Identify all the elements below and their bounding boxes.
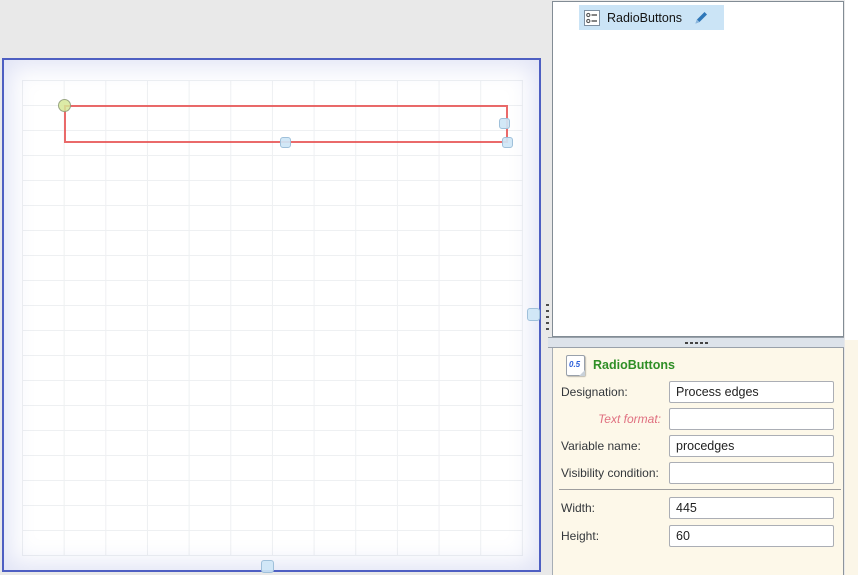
- canvas-page[interactable]: [4, 60, 540, 573]
- text-format-label: Text format:: [598, 412, 661, 426]
- resize-handle-right[interactable]: [499, 118, 510, 129]
- height-input[interactable]: [669, 525, 834, 547]
- designation-input[interactable]: [669, 381, 834, 403]
- page-resize-handle-right[interactable]: [527, 308, 540, 321]
- properties-divider: [559, 489, 841, 490]
- horizontal-splitter-grip[interactable]: [548, 337, 844, 348]
- width-input[interactable]: [669, 497, 834, 519]
- vertical-splitter-grip[interactable]: [545, 304, 549, 340]
- form-design-canvas[interactable]: [2, 58, 541, 573]
- tree-item-radiobuttons[interactable]: RadioButtons: [579, 5, 724, 30]
- right-gutter-bottom: [845, 340, 858, 575]
- text-format-input[interactable]: [669, 408, 834, 430]
- page-resize-handle-bottom[interactable]: [261, 560, 274, 573]
- field-row-text-format: Text format:: [553, 408, 843, 430]
- height-label: Height:: [561, 529, 600, 543]
- properties-panel-title: RadioButtons: [593, 358, 675, 372]
- canvas-grid: [22, 80, 523, 556]
- number-format-icon: 0.5: [566, 355, 585, 376]
- variable-name-input[interactable]: [669, 435, 834, 457]
- edit-pencil-icon[interactable]: [694, 10, 709, 25]
- rotate-handle[interactable]: [58, 99, 71, 112]
- designation-label: Designation:: [561, 385, 628, 399]
- variable-name-label: Variable name:: [561, 439, 641, 453]
- properties-panel: 0.5 RadioButtons Designation: Text forma…: [552, 348, 844, 575]
- field-row-height: Height:: [553, 525, 843, 547]
- visibility-condition-input[interactable]: [669, 462, 834, 484]
- field-row-width: Width:: [553, 497, 843, 519]
- right-gutter-top: [845, 0, 858, 340]
- field-row-designation: Designation:: [553, 381, 843, 403]
- width-label: Width:: [561, 501, 596, 515]
- visibility-condition-label: Visibility condition:: [561, 466, 659, 480]
- resize-handle-bottom-right[interactable]: [502, 137, 513, 148]
- resize-handle-bottom[interactable]: [280, 137, 291, 148]
- radiobuttons-icon: [584, 9, 600, 26]
- field-row-variable-name: Variable name:: [553, 435, 843, 457]
- tree-item-label: RadioButtons: [607, 10, 683, 25]
- field-row-visibility-condition: Visibility condition:: [553, 462, 843, 484]
- element-tree-panel: RadioButtons: [552, 1, 844, 337]
